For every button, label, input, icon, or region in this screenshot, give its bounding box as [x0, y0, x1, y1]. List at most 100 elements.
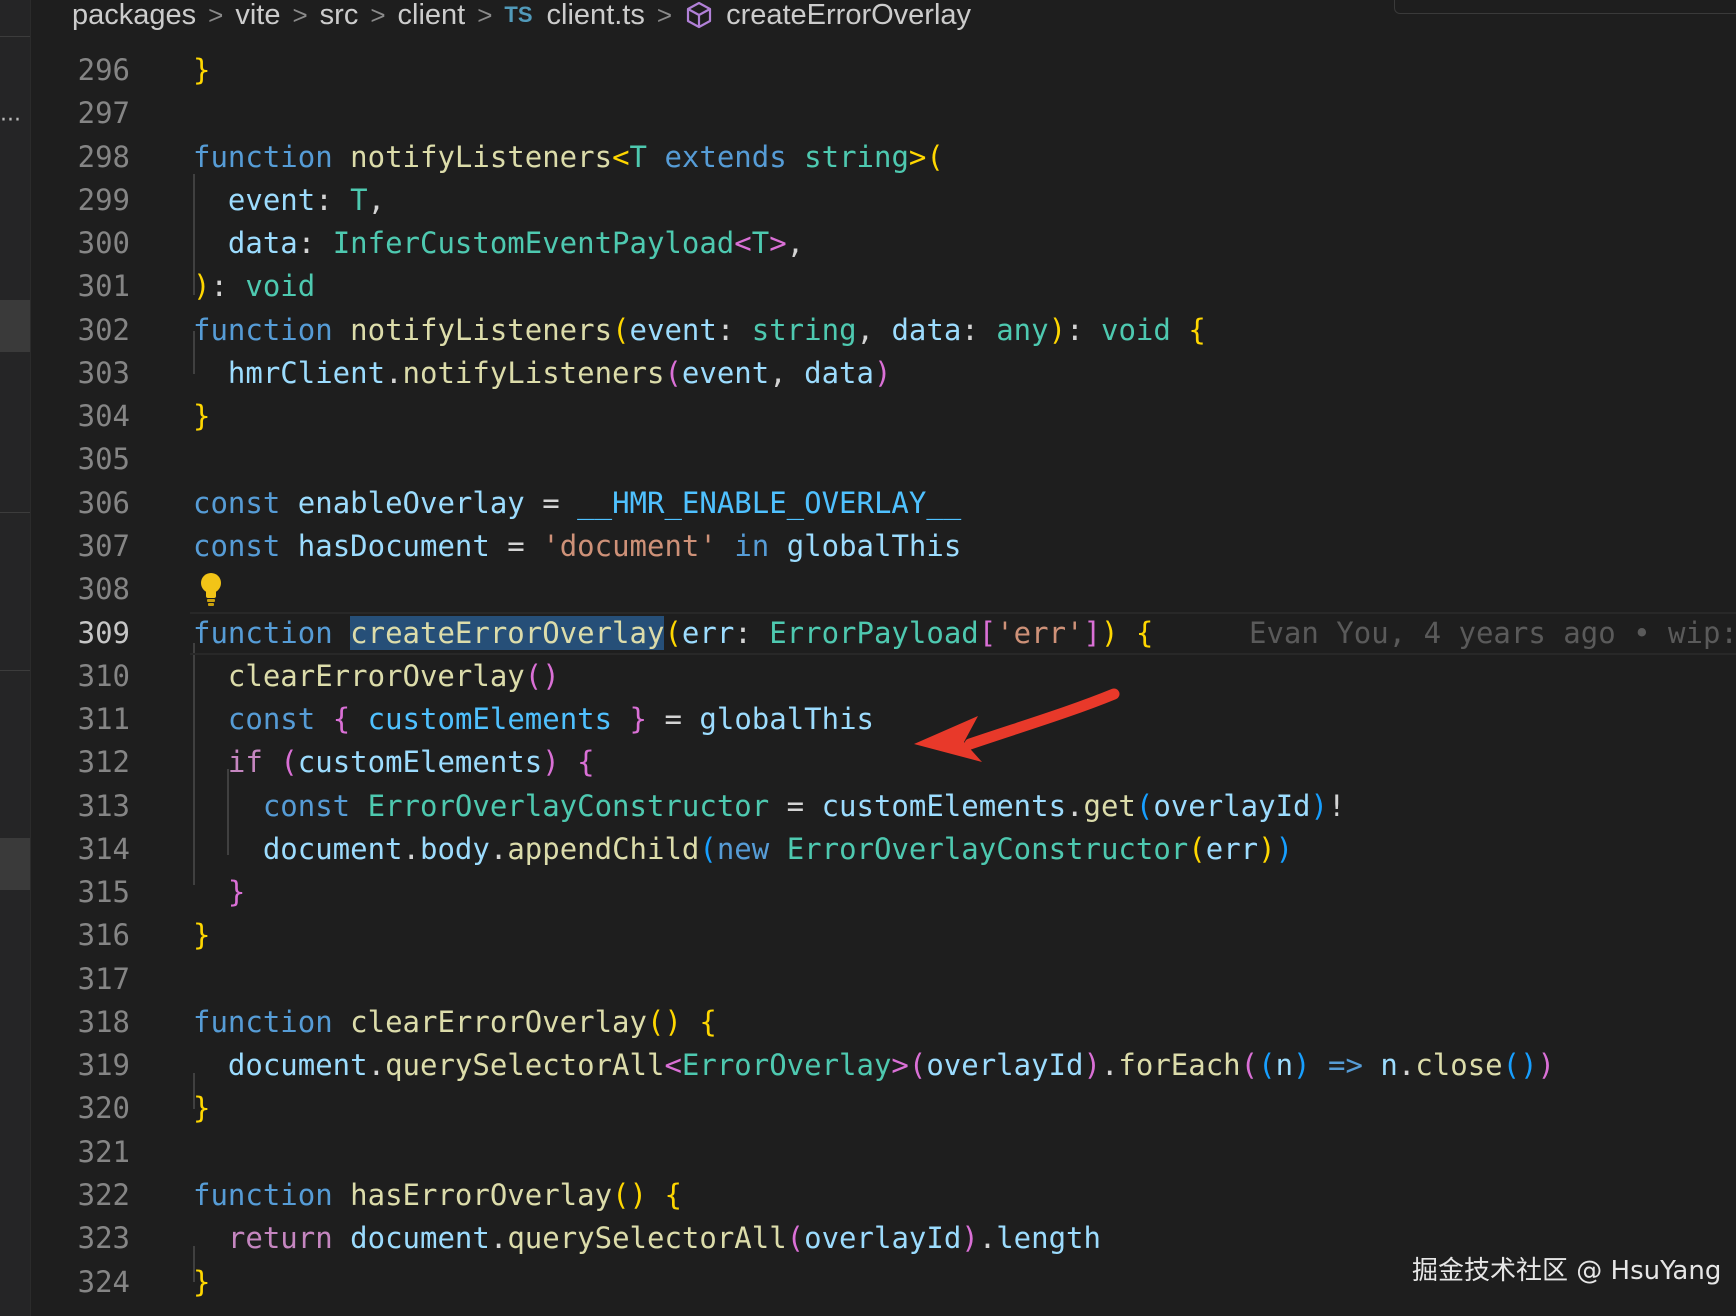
- code-line[interactable]: 304}: [30, 395, 1736, 438]
- code-line[interactable]: 315 }: [30, 871, 1736, 914]
- code-line[interactable]: 309 function createErrorOverlay(err: Erro…: [30, 612, 1736, 655]
- line-number[interactable]: 319: [30, 1044, 130, 1087]
- code-line[interactable]: 314 document.body.appendChild(new ErrorO…: [30, 828, 1736, 871]
- line-number[interactable]: 307: [30, 525, 130, 568]
- code-token: .: [1066, 789, 1084, 823]
- code-text: function notifyListeners<T extends strin…: [193, 136, 944, 179]
- code-token: extends: [664, 140, 787, 174]
- line-number[interactable]: 303: [30, 352, 130, 395]
- red-arrow-annotation: [914, 688, 1120, 762]
- code-token: ,: [769, 356, 805, 390]
- line-number[interactable]: 312: [30, 741, 130, 784]
- code-token: customElements: [297, 745, 543, 779]
- code-line[interactable]: 306 const enableOverlay = __HMR_ENABLE_OV…: [30, 482, 1736, 525]
- code-token: string: [751, 313, 857, 347]
- line-number[interactable]: 302: [30, 309, 130, 352]
- code-line[interactable]: 317: [30, 958, 1736, 1001]
- line-number[interactable]: 308: [30, 568, 130, 611]
- lightbulb-icon[interactable]: [198, 572, 224, 608]
- code-token: forEach: [1118, 1048, 1241, 1082]
- line-number[interactable]: 317: [30, 958, 130, 1001]
- search-box[interactable]: [1394, 0, 1736, 14]
- code-line[interactable]: 301): void: [30, 265, 1736, 308]
- more-icon[interactable]: ···: [0, 108, 21, 133]
- code-editor[interactable]: 296} 297 298 function notifyListeners<T ext…: [30, 49, 1736, 1316]
- code-line[interactable]: 321: [30, 1131, 1736, 1174]
- line-number[interactable]: 314: [30, 828, 130, 871]
- code-line[interactable]: 308: [30, 568, 1736, 611]
- line-number[interactable]: 313: [30, 785, 130, 828]
- line-number[interactable]: 300: [30, 222, 130, 265]
- line-number[interactable]: 318: [30, 1001, 130, 1044]
- code-line[interactable]: 302 function notifyListeners(event: strin…: [30, 309, 1736, 352]
- line-number[interactable]: 298: [30, 136, 130, 179]
- code-line[interactable]: 297: [30, 92, 1736, 135]
- line-number[interactable]: 306: [30, 482, 130, 525]
- breadcrumb-item-src[interactable]: src: [320, 0, 359, 32]
- code-line[interactable]: 316}: [30, 914, 1736, 957]
- code-line[interactable]: 300 data: InferCustomEventPayload<T>,: [30, 222, 1736, 265]
- code-line[interactable]: 319 document.querySelectorAll<ErrorOverl…: [30, 1044, 1736, 1087]
- code-text: function notifyListeners(event: string, …: [193, 309, 1206, 352]
- code-token: :: [734, 616, 770, 650]
- breadcrumb-item-client[interactable]: client: [398, 0, 466, 32]
- code-token: ): [1537, 1048, 1556, 1082]
- line-number[interactable]: 322: [30, 1174, 130, 1217]
- code-text: data: InferCustomEventPayload<T>,: [193, 222, 804, 265]
- code-line[interactable]: 311 const { customElements } = globalThi…: [30, 698, 1736, 741]
- line-number[interactable]: 309: [30, 612, 130, 655]
- line-number[interactable]: 311: [30, 698, 130, 741]
- line-number[interactable]: 324: [30, 1261, 130, 1304]
- line-number[interactable]: 323: [30, 1217, 130, 1260]
- code-token: >(: [891, 1048, 927, 1082]
- code-line[interactable]: 322 function hasErrorOverlay() {: [30, 1174, 1736, 1217]
- code-token: (: [612, 313, 630, 347]
- code-line[interactable]: 303 hmrClient.notifyListeners(event, dat…: [30, 352, 1736, 395]
- line-number[interactable]: 316: [30, 914, 130, 957]
- code-line[interactable]: 313 const ErrorOverlayConstructor = cust…: [30, 785, 1736, 828]
- breadcrumb-item-file[interactable]: client.ts: [547, 0, 645, 32]
- line-number[interactable]: 304: [30, 395, 130, 438]
- code-line[interactable]: 296}: [30, 49, 1736, 92]
- code-line[interactable]: 299 event: T,: [30, 179, 1736, 222]
- code-token: (: [664, 616, 682, 650]
- code-token: {: [664, 1178, 682, 1212]
- breadcrumb-separator: >: [477, 0, 493, 30]
- line-number[interactable]: 299: [30, 179, 130, 222]
- code-token: <: [734, 226, 752, 260]
- code-token: appendChild: [507, 832, 700, 866]
- activity-item[interactable]: [0, 838, 30, 890]
- line-number[interactable]: 296: [30, 49, 130, 92]
- code-token: :: [716, 313, 752, 347]
- code-token: new: [716, 832, 770, 866]
- activity-item[interactable]: [0, 300, 30, 352]
- code-line[interactable]: 318 function clearErrorOverlay() {: [30, 1001, 1736, 1044]
- code-line[interactable]: 305: [30, 438, 1736, 481]
- code-text: function hasErrorOverlay() {: [193, 1174, 682, 1217]
- code-line[interactable]: 307 const hasDocument = 'document' in glo…: [30, 525, 1736, 568]
- line-number[interactable]: 305: [30, 438, 130, 481]
- code-line[interactable]: 298 function notifyListeners<T extends st…: [30, 136, 1736, 179]
- line-number[interactable]: 320: [30, 1087, 130, 1130]
- code-line[interactable]: 310 clearErrorOverlay(): [30, 655, 1736, 698]
- line-number[interactable]: 301: [30, 265, 130, 308]
- code-token: body: [420, 832, 490, 866]
- code-line[interactable]: 312 if (customElements) {: [30, 741, 1736, 784]
- line-number[interactable]: 310: [30, 655, 130, 698]
- breadcrumb-item-symbol[interactable]: createErrorOverlay: [726, 0, 971, 32]
- code-token: err: [681, 616, 735, 650]
- code-line[interactable]: 320}: [30, 1087, 1736, 1130]
- line-number[interactable]: 321: [30, 1131, 130, 1174]
- line-number[interactable]: 315: [30, 871, 130, 914]
- code-text: const ErrorOverlayConstructor = customEl…: [193, 785, 1346, 828]
- breadcrumb-item-packages[interactable]: packages: [72, 0, 196, 32]
- breadcrumb-item-vite[interactable]: vite: [235, 0, 280, 32]
- line-number[interactable]: 297: [30, 92, 130, 135]
